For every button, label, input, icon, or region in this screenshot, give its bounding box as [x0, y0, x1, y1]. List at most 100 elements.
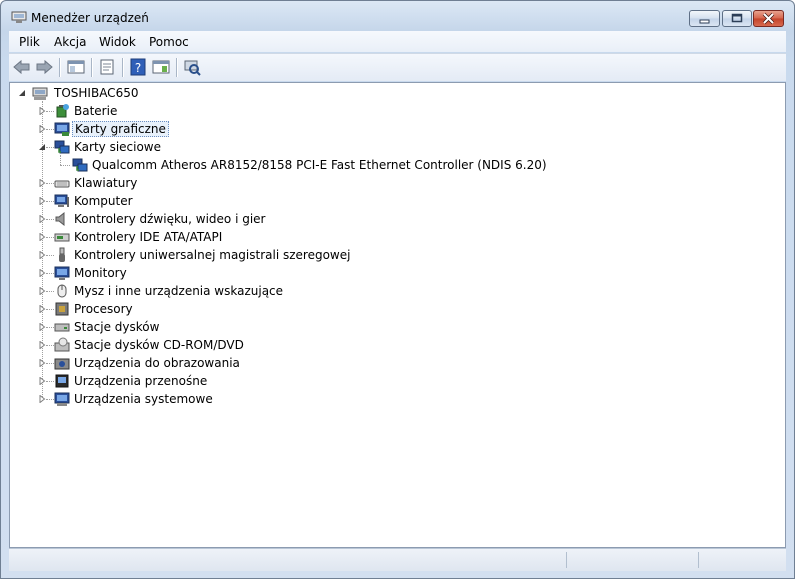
collapsed-arrow-icon[interactable] — [38, 287, 46, 295]
network-adapter-icon — [54, 140, 70, 154]
computer-icon — [32, 87, 48, 100]
tree-connector-line — [46, 273, 54, 275]
minimize-icon — [699, 19, 710, 24]
tree-connector-line — [46, 147, 54, 149]
toolbar: ? — [9, 53, 786, 81]
tree-connector-line — [46, 183, 54, 185]
status-cell — [698, 552, 785, 568]
menu-pomoc[interactable]: Pomoc — [149, 35, 189, 49]
camera-icon — [54, 358, 70, 370]
tree-item-label: Kontrolery dźwięku, wideo i gier — [74, 212, 266, 226]
collapsed-arrow-icon[interactable] — [38, 251, 46, 259]
window-title: Menedżer urządzeń — [31, 11, 149, 25]
tree-item-label: Procesory — [74, 302, 133, 316]
collapsed-arrow-icon[interactable] — [38, 359, 46, 367]
display-adapter-icon — [54, 122, 70, 136]
collapsed-arrow-icon[interactable] — [38, 233, 46, 241]
collapsed-arrow-icon[interactable] — [38, 341, 46, 349]
collapsed-arrow-icon[interactable] — [38, 179, 46, 187]
collapsed-arrow-icon[interactable] — [38, 305, 46, 313]
tree-item-label: Komputer — [74, 194, 133, 208]
usb-icon — [59, 247, 65, 262]
tree-connector-line — [46, 111, 54, 113]
tree-connector-line — [46, 309, 54, 311]
collapsed-arrow-icon[interactable] — [38, 215, 46, 223]
collapsed-arrow-icon[interactable] — [38, 125, 46, 133]
tree-item-label: Karty graficzne — [72, 121, 169, 137]
tree-connector-line — [46, 291, 54, 293]
minimize-button[interactable] — [689, 10, 720, 27]
tree-connector-line — [46, 363, 54, 365]
collapsed-arrow-icon[interactable] — [38, 107, 46, 115]
tree-item-label: Stacje dysków CD-ROM/DVD — [74, 338, 244, 352]
properties-icon[interactable] — [97, 58, 117, 76]
tree-connector-line — [46, 129, 54, 131]
expanded-arrow-icon[interactable] — [38, 143, 46, 151]
collapsed-arrow-icon[interactable] — [38, 395, 46, 403]
tree-connector-line — [46, 201, 54, 203]
system-device-icon — [54, 392, 70, 406]
maximize-button[interactable] — [722, 10, 752, 27]
tree-connector-line — [46, 327, 54, 329]
menu-akcja[interactable]: Akcja — [54, 35, 86, 49]
svg-text:?: ? — [135, 61, 141, 75]
ide-controller-icon — [54, 233, 70, 242]
tree-device-label: Qualcomm Atheros AR8152/8158 PCI-E Fast … — [92, 158, 547, 172]
maximize-icon — [731, 13, 743, 23]
tree-item-label: Kontrolery uniwersalnej magistrali szere… — [74, 248, 351, 262]
menu-bar: Plik Akcja Widok Pomoc — [9, 31, 786, 52]
computer-icon — [54, 194, 69, 207]
speaker-icon — [55, 211, 65, 227]
tree-item-label: Stacje dysków — [74, 320, 160, 334]
collapsed-arrow-icon[interactable] — [38, 323, 46, 331]
toolbar-separator — [59, 58, 60, 77]
expanded-arrow-icon[interactable] — [18, 89, 26, 97]
close-icon — [762, 12, 775, 25]
toolbar-separator — [91, 58, 92, 77]
battery-icon — [56, 104, 69, 118]
tree-branch-line — [60, 155, 61, 165]
tree-item-label: Urządzenia systemowe — [74, 392, 213, 406]
scan-hardware-changes-icon[interactable] — [182, 58, 202, 76]
monitor-icon — [54, 266, 70, 280]
tree-item-label: Klawiatury — [74, 176, 138, 190]
tree-connector-line — [46, 237, 54, 239]
menu-plik[interactable]: Plik — [19, 35, 40, 49]
tree-connector-line — [46, 219, 54, 221]
tree-item-label: Kontrolery IDE ATA/ATAPI — [74, 230, 223, 244]
show-action-pane-icon[interactable] — [151, 58, 171, 76]
tree-root-label: TOSHIBAC650 — [54, 86, 139, 100]
tree-item-label: Urządzenia przenośne — [74, 374, 208, 388]
tree-connector-line — [46, 381, 54, 383]
portable-device-icon — [55, 374, 69, 388]
tree-item-label: Urządzenia do obrazowania — [74, 356, 240, 370]
collapsed-arrow-icon[interactable] — [38, 269, 46, 277]
tree-item-label: Baterie — [74, 104, 118, 118]
device-tree[interactable]: TOSHIBAC650 Baterie Karty graficzne Karty … — [9, 82, 786, 548]
forward-icon[interactable] — [34, 58, 54, 76]
tree-connector-line — [46, 399, 54, 401]
tree-item-label: Monitory — [74, 266, 127, 280]
close-button[interactable] — [753, 10, 784, 27]
toolbar-separator — [176, 58, 177, 77]
tree-item-label: Mysz i inne urządzenia wskazujące — [74, 284, 284, 298]
status-bar — [9, 548, 786, 571]
title-bar[interactable]: Menedżer urządzeń — [1, 1, 794, 31]
collapsed-arrow-icon[interactable] — [38, 197, 46, 205]
processor-icon — [55, 302, 69, 316]
disk-drive-icon — [54, 323, 70, 332]
menu-widok[interactable]: Widok — [99, 35, 136, 49]
tree-connector-line — [46, 255, 54, 257]
status-cell — [566, 552, 697, 568]
tree-item-label: Karty sieciowe — [74, 140, 162, 154]
show-hide-console-tree-icon[interactable] — [66, 58, 86, 76]
help-icon[interactable]: ? — [128, 58, 148, 76]
device-manager-app-icon — [11, 11, 27, 23]
back-icon[interactable] — [12, 58, 32, 76]
tree-connector-line — [60, 165, 70, 167]
keyboard-icon — [54, 180, 70, 188]
collapsed-arrow-icon[interactable] — [38, 377, 46, 385]
cdrom-icon — [54, 337, 70, 352]
toolbar-separator — [122, 58, 123, 77]
tree-connector-line — [46, 345, 54, 347]
